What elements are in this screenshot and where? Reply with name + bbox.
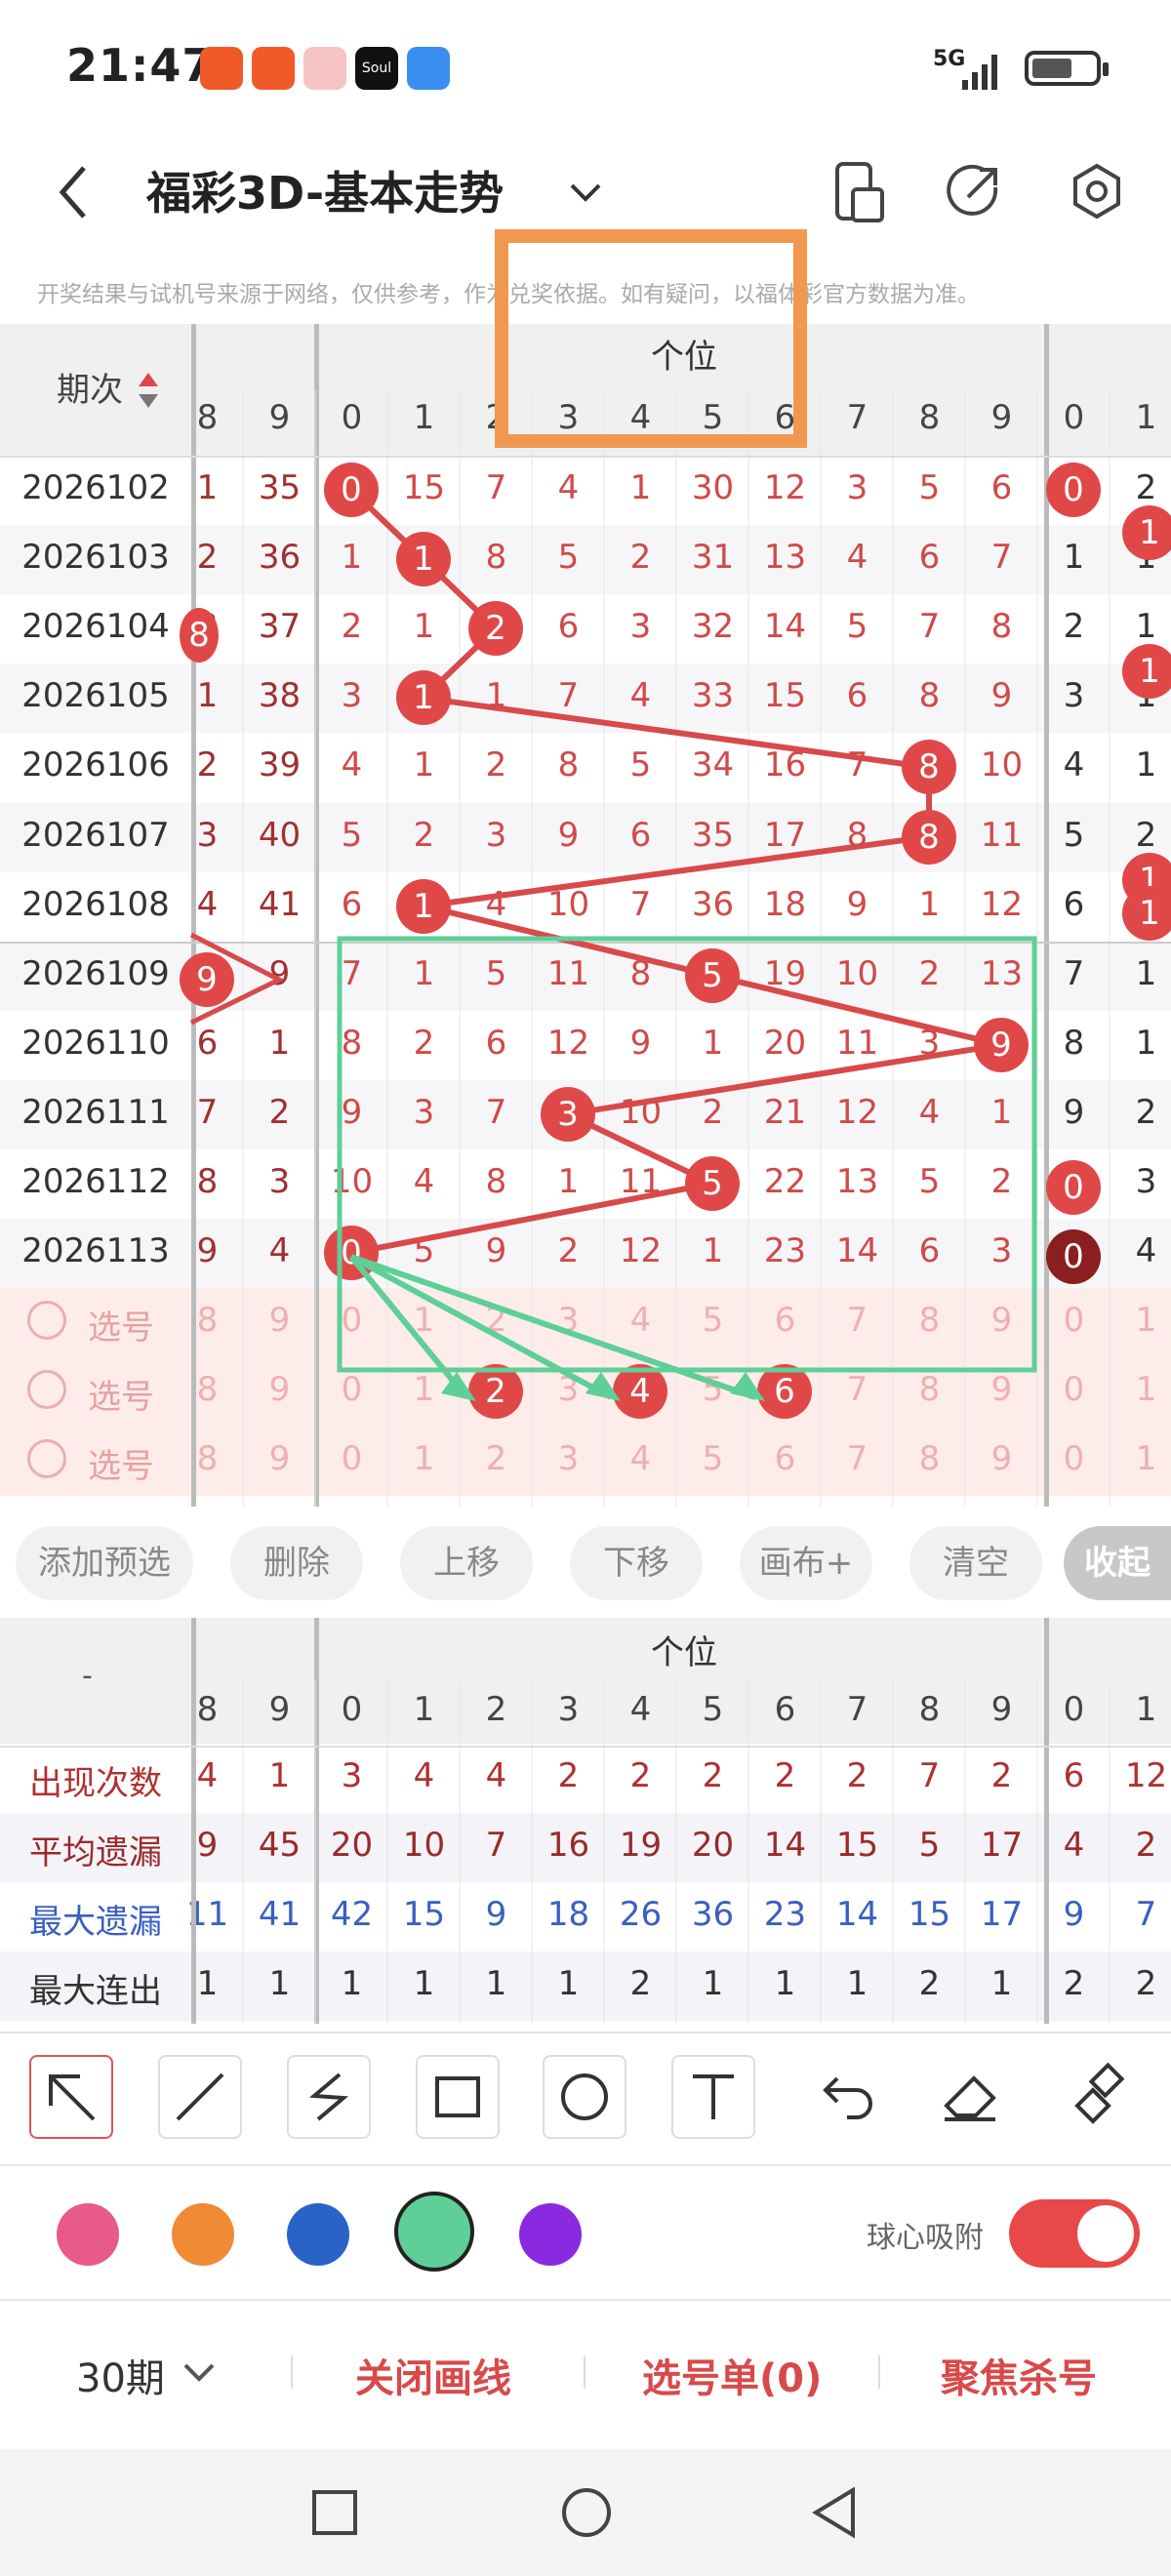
back-icon[interactable] [810, 2486, 859, 2539]
curve-tool-icon [308, 2073, 349, 2121]
rectangle-tool[interactable] [416, 2055, 500, 2139]
snap-toggle[interactable] [1009, 2199, 1140, 2268]
toggle-knob [1077, 2205, 1134, 2262]
line-tool[interactable] [158, 2055, 242, 2139]
circle-tool-icon [561, 2073, 608, 2120]
circle-tool[interactable] [543, 2055, 626, 2139]
stats-grid-lines [0, 1618, 1171, 2024]
divider [0, 2032, 1171, 2033]
arrow-tool-icon [49, 2074, 96, 2121]
selection-list-button[interactable]: 选号单(0) [642, 2347, 822, 2403]
divider [878, 2355, 880, 2389]
period-select[interactable]: 30期 [76, 2347, 165, 2403]
divider [0, 2164, 1171, 2166]
color-blue-option[interactable] [287, 2203, 349, 2266]
divider [291, 2355, 293, 2389]
focus-kill-button[interactable]: 聚焦杀号 [941, 2347, 1097, 2403]
arrow-tool[interactable] [29, 2055, 113, 2139]
brush-clear-icon[interactable] [1058, 2055, 1142, 2139]
eraser-icon[interactable] [929, 2055, 1013, 2139]
text-tool[interactable] [671, 2055, 755, 2139]
color-purple-option[interactable] [519, 2203, 582, 2266]
close-lines-button[interactable]: 关闭画线 [355, 2347, 511, 2403]
divider [584, 2355, 586, 2389]
undo-icon[interactable] [800, 2055, 884, 2139]
color-orange-option[interactable] [172, 2203, 234, 2266]
color-green-option[interactable] [394, 2192, 474, 2272]
snap-label: 球心吸附 [867, 2221, 984, 2255]
color-pink-option[interactable] [57, 2203, 119, 2266]
rectangle-tool-icon [435, 2076, 480, 2117]
curve-tool[interactable] [287, 2055, 371, 2139]
recent-apps-icon[interactable] [310, 2488, 359, 2537]
text-tool-icon [693, 2074, 734, 2119]
divider [0, 2299, 1171, 2301]
chevron-down-icon[interactable] [180, 2359, 219, 2389]
home-icon[interactable] [560, 2486, 613, 2539]
line-tool-icon [176, 2073, 224, 2121]
